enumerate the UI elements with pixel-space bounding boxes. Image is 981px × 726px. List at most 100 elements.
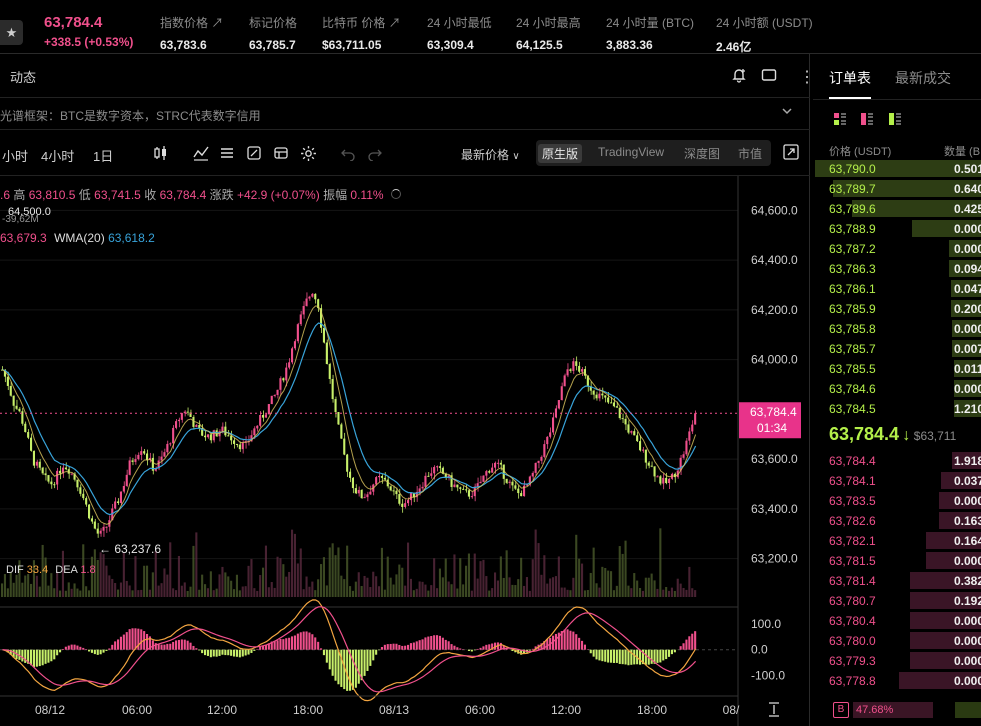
bid-row[interactable]: 63,778.8 0.000	[813, 670, 981, 690]
stat-btc-price[interactable]: 比特币 价格 ↗ $63,711.05	[322, 14, 401, 52]
chevron-down-icon[interactable]	[781, 105, 793, 120]
volume-bar	[215, 588, 218, 597]
view-marketcap-tab[interactable]: 市值	[738, 145, 762, 162]
volume-bar	[30, 583, 33, 597]
price-axis-label: 64,400.0	[751, 253, 798, 267]
draw-tool-icon[interactable]	[246, 145, 262, 164]
candle-body	[659, 476, 662, 484]
ask-row[interactable]: 63,790.0 0.501	[813, 158, 981, 178]
volume-bar	[151, 572, 154, 597]
template-icon[interactable]	[273, 145, 289, 164]
ask-row[interactable]: 63,789.6 0.425	[813, 198, 981, 218]
stat-index-price[interactable]: 指数价格 ↗ 63,783.6	[160, 14, 223, 52]
list-icon[interactable]	[219, 145, 235, 164]
resize-handle-icon[interactable]	[769, 702, 779, 717]
order-price: 63,784.4	[829, 454, 876, 468]
order-qty: 0.000	[954, 222, 981, 236]
order-price: 63,780.4	[829, 614, 876, 628]
ask-row[interactable]: 63,785.7 0.007	[813, 338, 981, 358]
volume-bar	[235, 574, 238, 597]
bid-row[interactable]: 63,784.1 0.037	[813, 470, 981, 490]
macd-histogram-bar	[224, 649, 227, 656]
volume-bar	[177, 555, 180, 597]
bid-row[interactable]: 63,782.1 0.164	[813, 530, 981, 550]
candle-body	[575, 361, 578, 366]
macd-histogram-bar	[375, 649, 378, 655]
macd-histogram-bar	[259, 646, 262, 650]
ask-row[interactable]: 63,785.9 0.200	[813, 298, 981, 318]
volume-bar	[644, 577, 647, 597]
ask-row[interactable]: 63,786.1 0.047	[813, 278, 981, 298]
favorite-star-icon[interactable]: ★	[0, 20, 23, 45]
bid-row[interactable]: 63,780.4 0.000	[813, 610, 981, 630]
volume-bar	[511, 584, 514, 597]
bid-row[interactable]: 63,781.4 0.382	[813, 570, 981, 590]
bid-row[interactable]: 63,780.0 0.000	[813, 630, 981, 650]
volume-bar	[12, 582, 15, 597]
book-view-both-icon[interactable]	[833, 112, 847, 129]
ask-row[interactable]: 63,785.8 0.000	[813, 318, 981, 338]
price-chart[interactable]: 64,600.0 64,400.0 64,200.0 64,000.0 63,600.0…	[0, 176, 810, 726]
ask-row[interactable]: 63,785.5 0.011	[813, 358, 981, 378]
volume-bar	[630, 588, 633, 597]
volume-bar	[189, 586, 192, 597]
undo-icon[interactable]	[340, 145, 356, 164]
book-view-asks-icon[interactable]	[860, 112, 874, 129]
ask-row[interactable]: 63,787.2 0.000	[813, 238, 981, 258]
tab-order-book[interactable]: 订单表	[829, 68, 871, 88]
volume-bar	[531, 559, 534, 597]
macd-histogram-bar	[189, 642, 192, 650]
view-depth-tab[interactable]: 深度图	[684, 145, 720, 162]
ask-row[interactable]: 63,786.3 0.094	[813, 258, 981, 278]
fullscreen-icon[interactable]	[783, 144, 799, 163]
macd-histogram-bar	[160, 644, 163, 650]
candle-body	[647, 462, 650, 466]
bid-row[interactable]: 63,782.6 0.163	[813, 510, 981, 530]
volume-bar	[569, 590, 572, 597]
news-bar[interactable]: 光谱框架：BTC是数字资本，STRC代表数字信用	[0, 98, 810, 130]
price-type-select[interactable]: 最新价格 ∨	[461, 146, 520, 163]
macd-histogram-bar	[204, 649, 207, 656]
bid-row[interactable]: 63,780.7 0.192	[813, 590, 981, 610]
volume-bar	[340, 575, 343, 597]
macd-histogram-bar	[389, 643, 392, 650]
volume-bar	[612, 590, 615, 597]
volume-bar	[148, 589, 151, 597]
bid-row[interactable]: 63,783.5 0.000	[813, 490, 981, 510]
settings-gear-icon[interactable]	[300, 145, 317, 165]
view-native-tab[interactable]: 原生版	[538, 144, 583, 163]
volume-bar	[679, 583, 682, 597]
interval-1d[interactable]: 1日	[93, 146, 113, 165]
volume-bar	[621, 553, 624, 597]
order-price: 63,782.6	[829, 514, 876, 528]
candle-type-icon[interactable]	[153, 145, 169, 164]
alarm-add-icon[interactable]	[731, 67, 747, 86]
interval-1h[interactable]: 小时	[2, 146, 28, 165]
tab-recent-trades[interactable]: 最新成交	[895, 68, 951, 88]
volume-bar	[264, 545, 267, 597]
candle-body	[79, 487, 82, 494]
candle-body	[456, 484, 459, 488]
window-icon[interactable]	[761, 67, 777, 86]
view-tradingview-tab[interactable]: TradingView	[598, 145, 664, 159]
bid-row[interactable]: 63,784.4 1.918	[813, 450, 981, 470]
bid-row[interactable]: 63,781.5 0.000	[813, 550, 981, 570]
order-qty: 0.000	[954, 654, 981, 668]
ask-row[interactable]: 63,784.5 1.210	[813, 398, 981, 418]
indicator-icon[interactable]	[193, 145, 209, 164]
ask-row[interactable]: 63,784.6 0.000	[813, 378, 981, 398]
macd-histogram-bar	[639, 649, 642, 665]
redo-icon[interactable]	[367, 145, 383, 164]
candle-body	[598, 393, 601, 399]
book-view-bids-icon[interactable]	[888, 112, 902, 129]
interval-4h[interactable]: 4小时	[41, 146, 74, 165]
volume-bar	[418, 581, 421, 597]
macd-histogram-bar	[180, 639, 183, 650]
ask-row[interactable]: 63,788.9 0.000	[813, 218, 981, 238]
bid-row[interactable]: 63,779.3 0.000	[813, 650, 981, 670]
ask-row[interactable]: 63,789.7 0.640	[813, 178, 981, 198]
macd-histogram-bar	[134, 628, 137, 650]
candle-body	[105, 526, 108, 528]
volume-bar	[76, 588, 79, 597]
buy-ratio-text: 47.68%	[856, 704, 894, 716]
